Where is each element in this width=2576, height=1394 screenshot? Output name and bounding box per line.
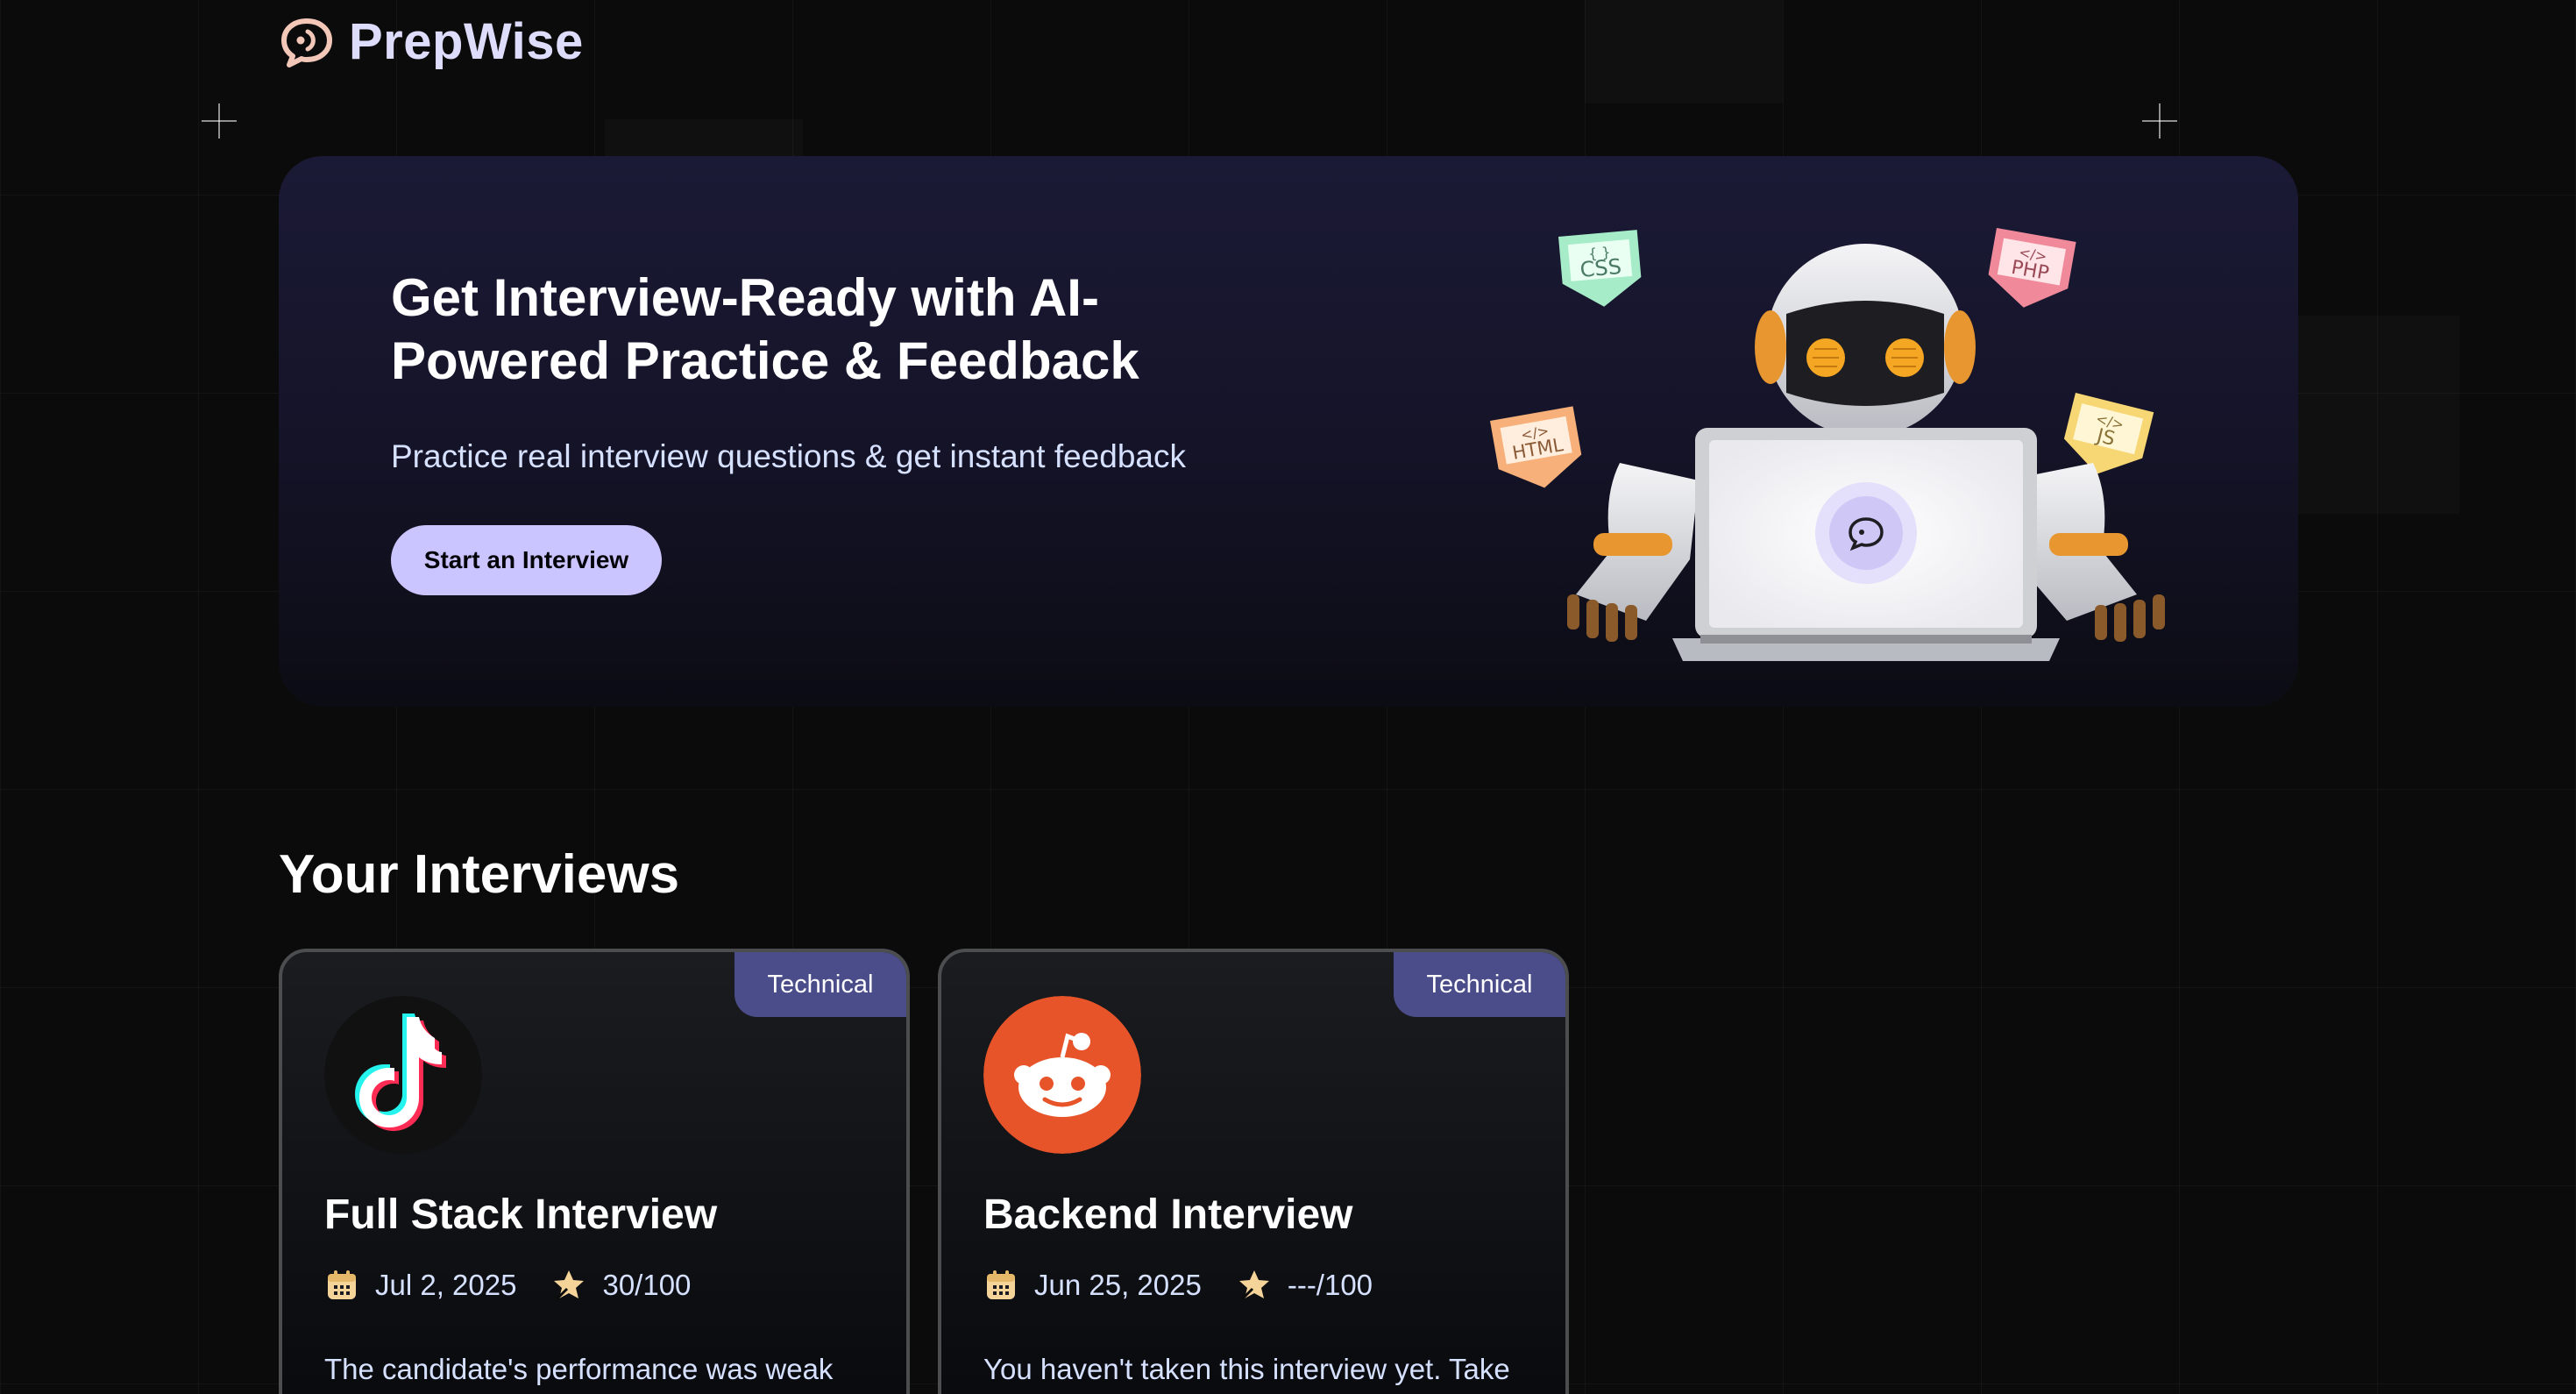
interview-title: Backend Interview [983,1191,1353,1238]
section-title: Your Interviews [279,844,680,905]
bg-tile [1585,0,1783,103]
interview-date: Jun 25, 2025 [1034,1269,1202,1301]
interview-score: 30/100 [602,1269,692,1301]
sparkle-icon [202,103,237,139]
app-logo[interactable]: PrepWise [279,12,584,71]
reddit-logo-icon [983,996,1141,1154]
start-interview-button[interactable]: Start an Interview [391,525,662,595]
hero-banner: Get Interview-Ready with AI-Powered Prac… [279,156,2298,707]
svg-text:{ }: { } [1587,244,1611,262]
interview-description: The candidate's performance was weak [324,1353,834,1385]
html-tag: HTML </> [1490,406,1582,488]
interview-card[interactable]: Technical Backend Interview Jun 25, 2025… [938,949,1569,1394]
css-tag: CSS { } [1558,230,1642,307]
star-icon [1238,1270,1269,1301]
calendar-icon [987,1270,1015,1299]
robot-laptop-illustration: CSS { } PHP </> HTML </> JS </> [1490,228,2165,661]
interview-meta: Jul 2, 2025 30/100 [324,1268,726,1303]
hero-subtitle: Practice real interview questions & get … [391,438,1186,474]
app-name: PrepWise [349,13,584,70]
calendar-icon [328,1270,356,1299]
interview-card[interactable]: Technical Full Stack Interview Jul 2, 20… [279,949,910,1394]
hero-title: Get Interview-Ready with AI-Powered Prac… [391,268,1139,390]
interview-description: You haven't taken this interview yet. Ta… [983,1353,1510,1385]
tiktok-logo-icon [324,996,482,1154]
interview-date: Jul 2, 2025 [375,1269,517,1301]
sparkle-icon [2142,103,2177,139]
php-tag: PHP </> [1988,228,2076,308]
star-icon [554,1270,585,1301]
page: PrepWise Get Interview-Ready with AI-Pow… [0,0,2576,1394]
interview-type-badge: Technical [1394,952,1565,1017]
interview-title: Full Stack Interview [324,1191,718,1238]
interview-meta: Jun 25, 2025 ---/100 [983,1268,1408,1303]
interview-score: ---/100 [1287,1269,1373,1301]
chat-bubble-logo-icon [281,18,332,68]
interview-type-badge: Technical [734,952,906,1017]
